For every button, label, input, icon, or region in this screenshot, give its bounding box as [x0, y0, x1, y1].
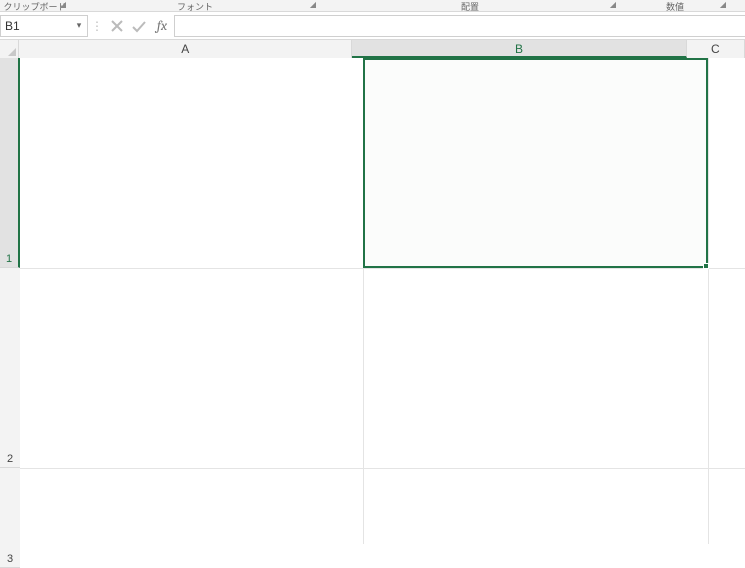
- name-box[interactable]: B1 ▾: [0, 15, 88, 37]
- gridline: [708, 58, 709, 544]
- cancel-icon: [110, 19, 124, 33]
- column-header-c[interactable]: C: [687, 40, 745, 58]
- column-header-b[interactable]: B: [352, 40, 687, 58]
- cancel-button[interactable]: [106, 15, 128, 37]
- ribbon-group-number: 数値 ◢: [620, 0, 730, 12]
- row-header-1[interactable]: 1: [0, 58, 20, 268]
- name-box-value: B1: [1, 19, 71, 33]
- separator-icon: ⋮: [88, 19, 106, 33]
- insert-function-button[interactable]: fx: [150, 15, 174, 37]
- dialog-launcher-icon[interactable]: ◢: [308, 0, 318, 10]
- dialog-launcher-icon[interactable]: ◢: [58, 0, 68, 10]
- ribbon-group-label: フォント: [177, 0, 213, 13]
- fx-icon: fx: [157, 17, 167, 34]
- select-all-button[interactable]: [0, 40, 19, 58]
- ribbon-group-strip: クリップボード ◢ フォント ◢ 配置 ◢ 数値 ◢: [0, 0, 745, 12]
- ribbon-group-label: 配置: [461, 0, 479, 13]
- column-header-a[interactable]: A: [19, 40, 352, 58]
- spreadsheet-grid: A B C 1 2 3: [0, 40, 745, 544]
- check-icon: [131, 19, 147, 33]
- gridline: [20, 268, 745, 269]
- formula-input[interactable]: [174, 15, 745, 37]
- enter-button[interactable]: [128, 15, 150, 37]
- ribbon-group-label: 数値: [666, 0, 684, 13]
- dialog-launcher-icon[interactable]: ◢: [608, 0, 618, 10]
- chevron-down-icon[interactable]: ▾: [71, 20, 87, 31]
- row-header-3[interactable]: 3: [0, 468, 20, 568]
- row-header-2[interactable]: 2: [0, 268, 20, 468]
- gridline: [363, 58, 364, 544]
- column-headers: A B C: [0, 40, 745, 58]
- grid-body: 1 2 3: [0, 58, 745, 544]
- row-headers: 1 2 3: [0, 58, 20, 544]
- gridline: [20, 468, 745, 469]
- cell-selection: [363, 58, 708, 268]
- cells-area[interactable]: [20, 58, 745, 544]
- ribbon-group-clipboard: クリップボード ◢: [0, 0, 70, 12]
- formula-bar-row: B1 ▾ ⋮ fx: [0, 12, 745, 40]
- ribbon-group-alignment: 配置 ◢: [320, 0, 620, 12]
- ribbon-group-font: フォント ◢: [70, 0, 320, 12]
- dialog-launcher-icon[interactable]: ◢: [718, 0, 728, 10]
